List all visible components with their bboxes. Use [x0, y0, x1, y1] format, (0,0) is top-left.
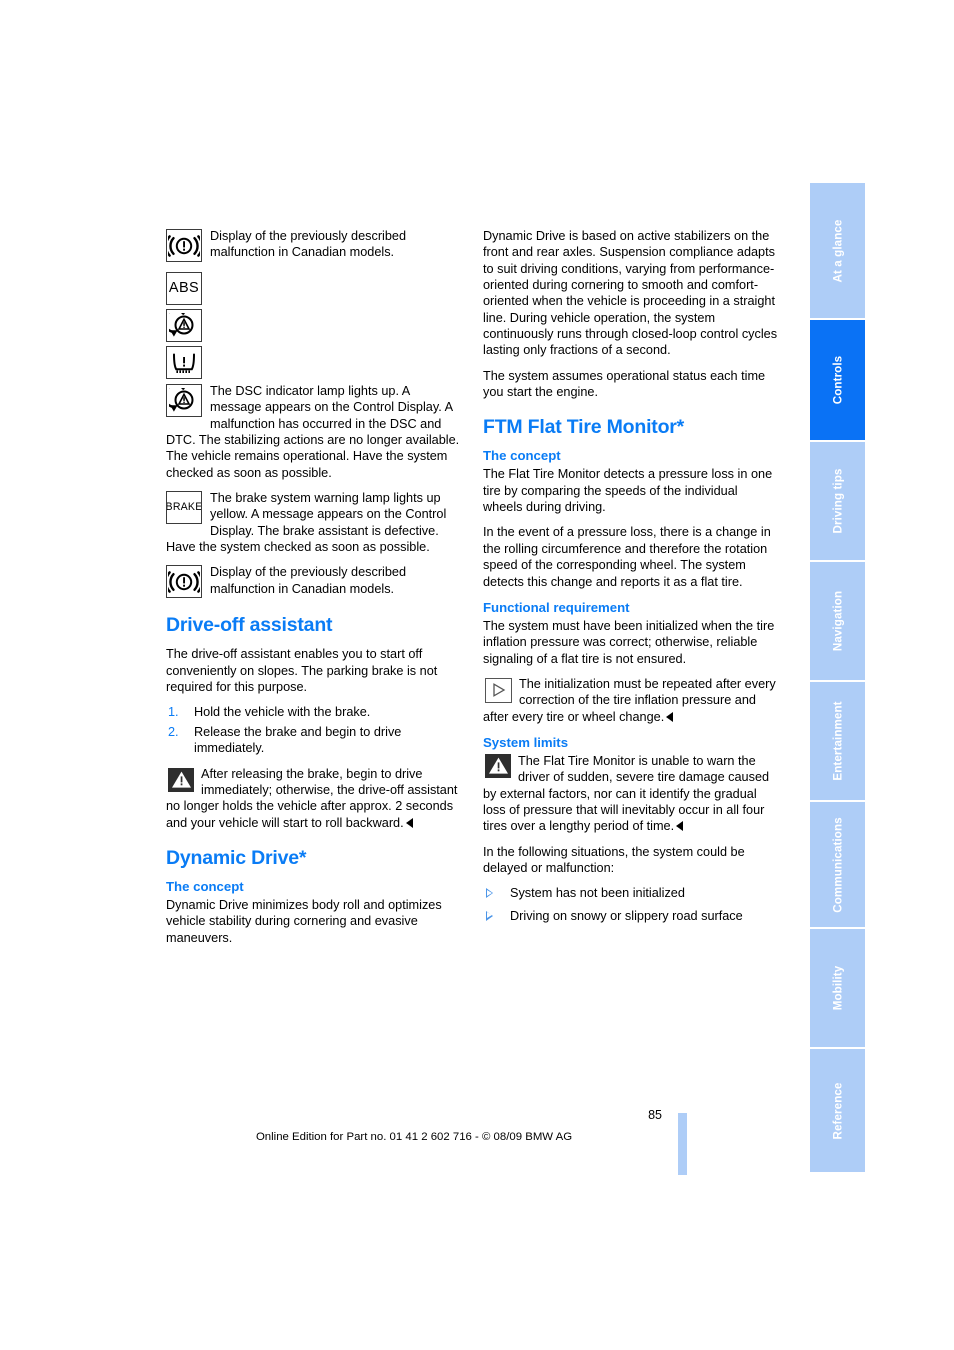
canadian-display-text-bottom: Display of the previously described malf… [210, 565, 407, 596]
tab-label: Communications [831, 816, 844, 913]
warning-triangle-icon [168, 767, 194, 792]
tab-label: Mobility [831, 965, 844, 1011]
dynamic-drive-cont-paragraph-2: The system assumes operational status ea… [483, 368, 766, 400]
dsc-indicator-text: The DSC indicator lamp lights up. A mess… [166, 384, 460, 480]
brake-word-symbol-icon: BRAKE [166, 491, 202, 525]
dsc-indicator-block: The DSC indicator lamp lights up. A mess… [166, 383, 463, 481]
dynamic-drive-body: Dynamic Drive minimizes body roll and op… [166, 897, 442, 945]
dsc-symbol-icon-lower [166, 384, 202, 417]
brake-warning-block: BRAKE The brake system warning lamp ligh… [166, 490, 463, 555]
drive-off-warning-block: After releasing the brake, begin to driv… [166, 766, 463, 831]
brake-label: BRAKE [166, 501, 202, 514]
ftm-concept-paragraph-2: In the event of a pressure loss, there i… [483, 525, 771, 589]
note-end-marker-icon [676, 821, 684, 832]
ftm-limits-warning-block: The Flat Tire Monitor is unable to warn … [483, 753, 780, 835]
ftm-limits-list: System has not been initialized Driving … [483, 885, 780, 924]
footer-accent-bar [678, 1113, 687, 1175]
brake-warning-symbol-icon [166, 229, 202, 262]
tab-label: Navigation [831, 590, 844, 652]
brake-warning-text: The brake system warning lamp lights up … [166, 491, 447, 555]
ftm-limits-intro: In the following situations, the system … [483, 844, 745, 875]
left-text-column: Display of the previously described malf… [166, 228, 463, 955]
tab-label: Reference [831, 1082, 844, 1139]
dynamic-drive-cont-paragraph-1: Dynamic Drive is based on active stabili… [483, 229, 778, 358]
triangle-bullet-icon [486, 910, 493, 921]
abs-symbol-icon: ABS [166, 272, 202, 305]
drive-off-step-2: 2. Release the brake and begin to drive … [166, 724, 463, 757]
tab-navigation[interactable]: Navigation [810, 560, 865, 680]
section-tab-strip: At a glance Controls Driving tips Naviga… [810, 183, 865, 1172]
ftm-functional-note-block: The initialization must be repeated afte… [483, 676, 780, 725]
brake-warning-symbol-icon-2 [166, 565, 202, 599]
drive-off-steps: 1. Hold the vehicle with the brake. 2. R… [166, 704, 463, 756]
dynamic-drive-concept-subheading: The concept [166, 878, 244, 894]
drive-off-assistant-heading: Drive-off assistant [166, 614, 333, 637]
note-play-triangle-icon [485, 677, 512, 703]
canadian-display-block-top: Display of the previously described malf… [166, 228, 463, 262]
tab-entertainment[interactable]: Entertainment [810, 680, 865, 800]
drive-off-warning-text: After releasing the brake, begin to driv… [166, 766, 463, 831]
tab-communications[interactable]: Communications [810, 800, 865, 927]
tab-controls[interactable]: Controls [810, 318, 865, 440]
ftm-limits-warning-body: The Flat Tire Monitor is unable to warn … [483, 753, 770, 834]
step-text: Release the brake and begin to drive imm… [194, 724, 402, 756]
footer-edition-text: Online Edition for Part no. 01 41 2 602 … [255, 1131, 573, 1143]
ftm-functional-note-text: The initialization must be repeated afte… [483, 676, 780, 725]
tab-label: Entertainment [831, 701, 844, 781]
drive-off-step-1: 1. Hold the vehicle with the brake. [166, 704, 463, 720]
list-item-label: System has not been initialized [510, 886, 685, 901]
step-number: 1. [168, 705, 179, 720]
note-end-marker-icon [666, 711, 674, 722]
step-text: Hold the vehicle with the brake. [194, 705, 371, 720]
ftm-limits-warning-text: The Flat Tire Monitor is unable to warn … [483, 753, 780, 835]
canadian-display-block-bottom: Display of the previously described malf… [166, 564, 463, 599]
right-text-column: Dynamic Drive is based on active stabili… [483, 228, 780, 930]
dynamic-drive-heading: Dynamic Drive* [166, 846, 307, 869]
triangle-bullet-icon [486, 888, 493, 899]
list-item-label: Driving on snowy or slippery road surfac… [510, 908, 743, 923]
manual-page: Display of the previously described malf… [0, 0, 954, 1350]
abs-label: ABS [168, 280, 200, 297]
list-item: System has not been initialized [483, 885, 780, 901]
ftm-functional-note-body: The initialization must be repeated afte… [483, 676, 776, 724]
tab-driving-tips[interactable]: Driving tips [810, 440, 865, 560]
tire-pressure-symbol-icon [166, 346, 202, 379]
ftm-concept-subheading: The concept [483, 448, 561, 464]
ftm-concept-paragraph-1: The Flat Tire Monitor detects a pressure… [483, 467, 773, 515]
tab-mobility[interactable]: Mobility [810, 927, 865, 1047]
page-number: 85 [648, 1108, 662, 1122]
warning-triangle-icon [485, 753, 511, 778]
ftm-system-limits-subheading: System limits [483, 734, 569, 750]
tab-reference[interactable]: Reference [810, 1047, 865, 1172]
symbol-stack: ABS [166, 271, 463, 383]
note-end-marker-icon [405, 817, 413, 828]
canadian-display-text-top: Display of the previously described malf… [210, 229, 407, 260]
step-number: 2. [168, 724, 179, 739]
ftm-functional-paragraph: The system must have been initialized wh… [483, 618, 775, 666]
tab-label: Controls [831, 355, 844, 405]
tab-label: At a glance [831, 219, 844, 282]
ftm-functional-requirement-subheading: Functional requirement [483, 599, 630, 615]
tab-at-a-glance[interactable]: At a glance [810, 183, 865, 318]
drive-off-intro: The drive-off assistant enables you to s… [166, 647, 438, 695]
ftm-heading: FTM Flat Tire Monitor* [483, 416, 685, 439]
dsc-symbol-icon-upper [166, 309, 202, 342]
list-item: Driving on snowy or slippery road surfac… [483, 908, 780, 924]
tab-label: Driving tips [831, 468, 844, 534]
drive-off-warning-body: After releasing the brake, begin to driv… [166, 766, 458, 830]
